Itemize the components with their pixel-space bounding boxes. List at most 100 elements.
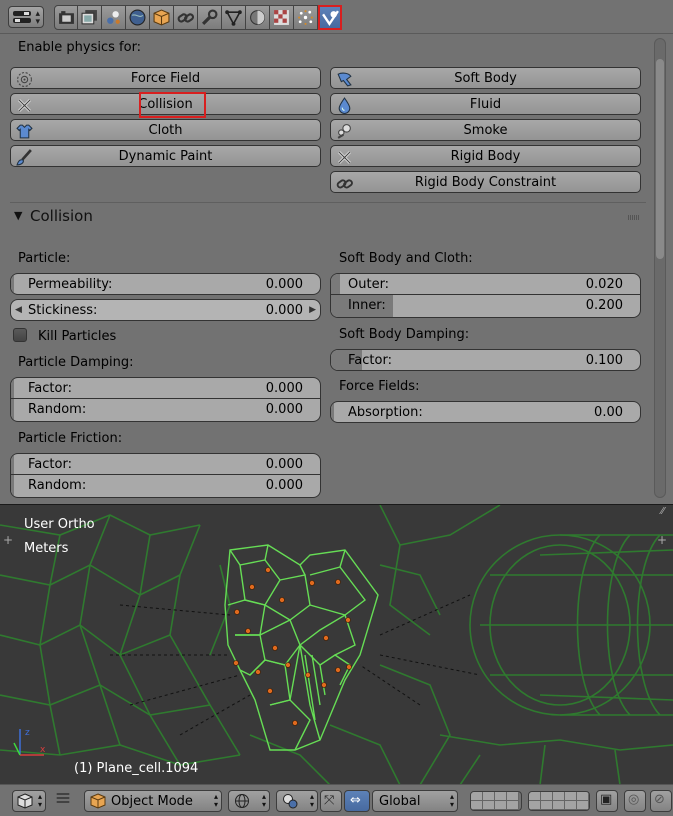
proportional-edit-button[interactable]: ◎ [624,790,646,812]
absorption-field[interactable]: Absorption: 0.00 [330,401,641,423]
collision-panel-title: Collision [30,207,93,225]
viewport-header: ▴ ▾ — — — Object Mode ▴ ▾ ▴ ▾ ▴ ▾ ⤧ ⇔ Global ▴… [0,784,673,816]
object-info-label: (1) Plane_cell.1094 [74,761,199,776]
scene-layers-grid-a[interactable] [470,791,522,811]
editor-type-selector[interactable]: ▴ ▾ [8,6,44,28]
drag-grip-icon[interactable] [628,215,640,220]
dynamic-paint-icon [15,148,32,165]
layer-lock-button[interactable]: ▣ [596,790,618,812]
soft-body-label: Soft Body [454,70,517,86]
dynamic-paint-label: Dynamic Paint [118,148,213,164]
tab-scene[interactable] [102,5,126,30]
3d-viewport[interactable]: z x User Ortho Meters (1) Plane_cell.109… [0,504,673,784]
force-fields-label: Force Fields: [339,379,420,394]
smoke-button[interactable]: Smoke [330,119,641,141]
soft-body-button[interactable]: Soft Body [330,67,641,89]
damping-factor-value: 0.000 [265,381,303,396]
force-field-icon [16,71,32,87]
cloth-button[interactable]: Cloth [10,119,321,141]
friction-random-field[interactable]: Random: 0.000 [10,475,321,498]
tab-particles[interactable] [294,5,318,30]
translate-icon: ⇔ [350,793,361,808]
axis-gizmo: z x [13,728,46,756]
particle-damping-label: Particle Damping: [18,355,134,370]
stickiness-label: Stickiness: [28,303,98,318]
tab-material[interactable] [246,5,270,30]
damping-factor-field[interactable]: Factor: 0.000 [10,377,321,399]
tab-constraints[interactable] [174,5,198,30]
pivot-point-icon [283,794,298,809]
fluid-button[interactable]: Fluid [330,93,641,115]
stickiness-value: 0.000 [265,303,303,318]
viewport-editor-type[interactable]: ▴ ▾ [12,790,46,812]
transform-orientation-selector[interactable]: Global ▴ ▾ [372,790,458,812]
scrollbar-thumb[interactable] [656,59,664,259]
friction-random-value: 0.000 [265,478,303,493]
scene-layers-grid-b[interactable] [528,791,590,811]
chevron-updown-icon: ▴ ▾ [309,792,314,809]
proportional-edit-icon: ◎ [628,792,640,807]
force-field-button[interactable]: Force Field [10,67,321,89]
tab-render[interactable] [54,5,78,30]
tab-world[interactable] [126,5,150,30]
damping-random-value: 0.000 [265,402,303,417]
area-corner-grip-icon[interactable]: ⁄⁄ [661,506,664,517]
collision-icon [17,98,31,112]
permeability-field[interactable]: Permeability: 0.000 [10,273,321,295]
particles-icon [298,10,313,25]
pivot-point-selector[interactable]: ▴ ▾ [276,790,318,812]
cloth-icon [15,124,33,138]
inner-field[interactable]: Inner: 0.200 [330,295,641,318]
object-data-icon [225,10,242,26]
tab-modifiers[interactable] [198,5,222,30]
wireframe-shading-icon [235,794,249,808]
smoke-label: Smoke [463,122,508,138]
stickiness-field[interactable]: ◀ Stickiness: 0.000 ▶ [10,299,321,321]
chevron-updown-icon: ▴ ▾ [261,792,266,809]
svg-text:x: x [40,745,46,755]
particle-label: Particle: [18,251,71,266]
friction-random-label: Random: [28,478,87,493]
outer-value: 0.020 [585,277,623,292]
smoke-icon [337,123,351,139]
rigid-body-button[interactable]: Rigid Body [330,145,641,167]
snap-button[interactable]: ⊘ [650,790,672,812]
cloth-label: Cloth [148,122,183,138]
tab-physics[interactable] [318,5,342,30]
properties-scrollbar[interactable] [654,38,666,498]
tab-object[interactable] [150,5,174,30]
tab-object-data[interactable] [222,5,246,30]
rigid-body-constraint-label: Rigid Body Constraint [414,174,557,190]
increment-arrow-icon[interactable]: ▶ [309,305,316,315]
texture-icon [274,10,289,25]
transform-manipulator-button[interactable]: ⇔ [344,790,370,812]
region-toggle-plus-icon[interactable]: + [3,533,13,547]
outer-label: Outer: [348,277,390,292]
soft-damping-factor-field[interactable]: Factor: 0.100 [330,349,641,371]
svg-text:z: z [25,728,30,738]
outer-field[interactable]: Outer: 0.020 [330,273,641,295]
object-mode-icon [90,793,106,809]
rigid-body-constraint-button[interactable]: Rigid Body Constraint [330,171,641,193]
fluid-icon [338,96,350,114]
manipulator-toggle[interactable]: ⤧ [320,790,342,812]
physics-icon [321,10,339,26]
soft-body-cloth-label: Soft Body and Cloth: [339,251,473,266]
rigid-body-icon [337,150,351,164]
mode-selector[interactable]: Object Mode ▴ ▾ [84,790,222,812]
viewport-shading-selector[interactable]: ▴ ▾ [228,790,270,812]
menu-icon[interactable]: — — — [56,787,70,809]
dynamic-paint-button[interactable]: Dynamic Paint [10,145,321,167]
collision-panel-header[interactable]: ▼ Collision [10,206,646,228]
decrement-arrow-icon[interactable]: ◀ [15,305,22,315]
kill-particles-checkbox[interactable] [13,328,27,342]
orientation-label: Global [379,794,421,809]
tab-texture[interactable] [270,5,294,30]
tab-render-layers[interactable] [78,5,102,30]
region-toggle-plus-icon[interactable]: + [657,533,667,547]
snap-icon: ⊘ [654,792,665,807]
damping-random-field[interactable]: Random: 0.000 [10,399,321,422]
object-icon [153,9,170,26]
render-layers-icon [81,10,97,25]
friction-factor-field[interactable]: Factor: 0.000 [10,453,321,475]
